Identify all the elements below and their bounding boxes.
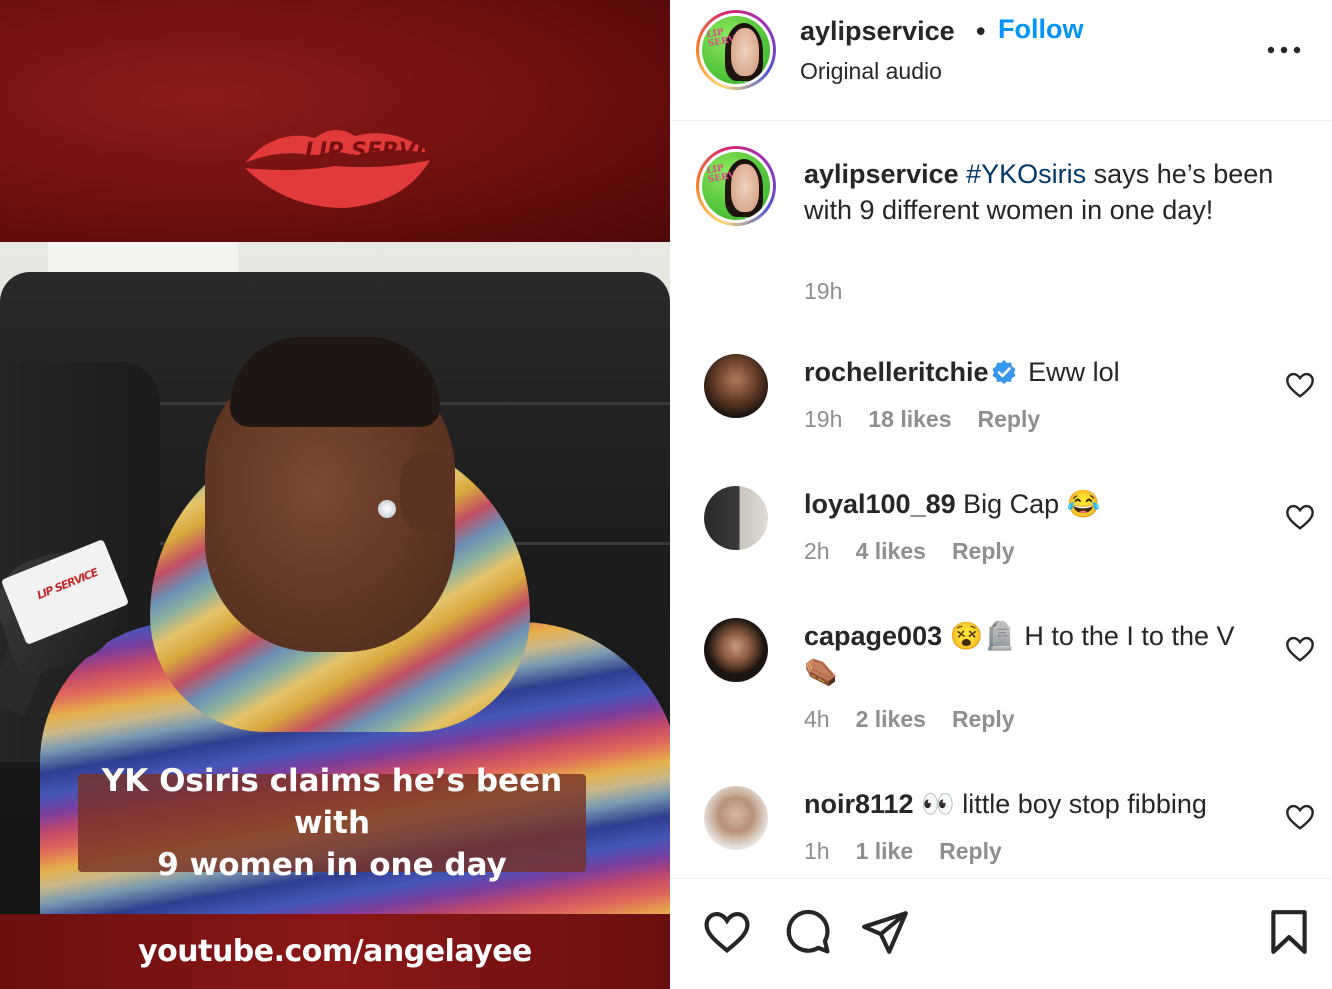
comment-heart-icon[interactable] — [1284, 501, 1316, 533]
caption-hashtag[interactable]: #YKOsiris — [966, 159, 1086, 189]
comment-text: noir8112 👀 little boy stop fibbing — [804, 786, 1264, 822]
comment-likes[interactable]: 1 like — [856, 838, 914, 865]
media-photo: LIP SERVICE YK Osiris claims he’s been w… — [0, 242, 670, 914]
author-avatar[interactable]: LIP SERVICE — [696, 10, 776, 90]
caption-username[interactable]: aylipservice — [804, 159, 959, 189]
person-hair — [230, 337, 440, 427]
comment-likes[interactable]: 4 likes — [856, 538, 926, 565]
comment-body: Eww lol — [1028, 357, 1120, 387]
comment-heart-icon[interactable] — [1284, 369, 1316, 401]
comment-username[interactable]: capage003 — [804, 621, 942, 651]
paper-plane-icon[interactable] — [860, 907, 910, 957]
post-header: LIP SERVICE aylipservice • Follow Origin… — [670, 0, 1332, 121]
comment-meta: 1h 1 like Reply — [804, 838, 1002, 865]
comment-text: capage003 😵🪦 H to the I to the V ⚰️ — [804, 618, 1264, 690]
comment-body: Big Cap 😂 — [963, 489, 1101, 519]
author-username[interactable]: aylipservice — [800, 16, 955, 47]
comments-list[interactable]: LIP SERVICE aylipservice #YKOsiris says … — [670, 122, 1332, 878]
comment-time[interactable]: 2h — [804, 538, 830, 565]
comment-heart-icon[interactable] — [1284, 801, 1316, 833]
comment-time[interactable]: 4h — [804, 706, 830, 733]
comment-username[interactable]: loyal100_89 — [804, 489, 956, 519]
heart-icon[interactable] — [702, 907, 752, 957]
caption-author-avatar[interactable]: LIP SERVICE — [696, 146, 776, 226]
video-caption-text: YK Osiris claims he’s been with 9 women … — [101, 763, 563, 883]
reply-button[interactable]: Reply — [939, 838, 1002, 865]
caption-timestamp[interactable]: 19h — [804, 278, 842, 305]
comment-body: 👀 little boy stop fibbing — [921, 789, 1207, 819]
header-separator: • — [976, 16, 986, 46]
comment-likes[interactable]: 18 likes — [868, 406, 951, 433]
earring — [378, 500, 396, 518]
comment-time[interactable]: 19h — [804, 406, 842, 433]
comment-meta: 4h 2 likes Reply — [804, 706, 1015, 733]
commenter-avatar[interactable] — [704, 354, 768, 418]
comment-likes[interactable]: 2 likes — [856, 706, 926, 733]
bookmark-icon[interactable] — [1264, 907, 1314, 957]
post-sidebar: LIP SERVICE aylipservice • Follow Origin… — [670, 0, 1332, 989]
comment-username[interactable]: noir8112 — [804, 789, 914, 819]
lip-service-logo: LIP SERVICE — [245, 129, 435, 208]
media-footer-banner: youtube.com/angelayee — [0, 914, 670, 989]
media-footer-url: youtube.com/angelayee — [138, 934, 532, 969]
commenter-avatar[interactable] — [704, 486, 768, 550]
post-actions-bar — [670, 878, 1332, 989]
reply-button[interactable]: Reply — [952, 706, 1015, 733]
reply-button[interactable]: Reply — [978, 406, 1041, 433]
post-media[interactable]: LIP SERVICE LIP SERVICE YK Osiris claims… — [0, 0, 670, 989]
comment-meta: 19h 18 likes Reply — [804, 406, 1040, 433]
person-ear — [400, 452, 455, 532]
caption-text: aylipservice #YKOsiris says he’s been wi… — [804, 156, 1284, 228]
comment-time[interactable]: 1h — [804, 838, 830, 865]
mic-flag-text: LIP SERVICE — [35, 566, 100, 603]
reply-button[interactable]: Reply — [952, 538, 1015, 565]
comment-username[interactable]: rochelleritchie — [804, 357, 989, 387]
audio-label[interactable]: Original audio — [800, 58, 942, 85]
follow-button[interactable]: Follow — [998, 14, 1083, 45]
comment-meta: 2h 4 likes Reply — [804, 538, 1015, 565]
commenter-avatar[interactable] — [704, 618, 768, 682]
comment-text: loyal100_89 Big Cap 😂 — [804, 486, 1264, 522]
comment-heart-icon[interactable] — [1284, 633, 1316, 665]
more-options-icon[interactable] — [1264, 30, 1304, 70]
video-caption-overlay: YK Osiris claims he’s been with 9 women … — [78, 763, 586, 883]
comment-text: rochelleritchie Eww lol — [804, 354, 1264, 390]
media-brand-banner: LIP SERVICE — [0, 0, 670, 242]
verified-badge-icon — [992, 360, 1016, 384]
comment-bubble-icon[interactable] — [782, 907, 832, 957]
logo-text: LIP SERVICE — [305, 139, 435, 164]
commenter-avatar[interactable] — [704, 786, 768, 850]
